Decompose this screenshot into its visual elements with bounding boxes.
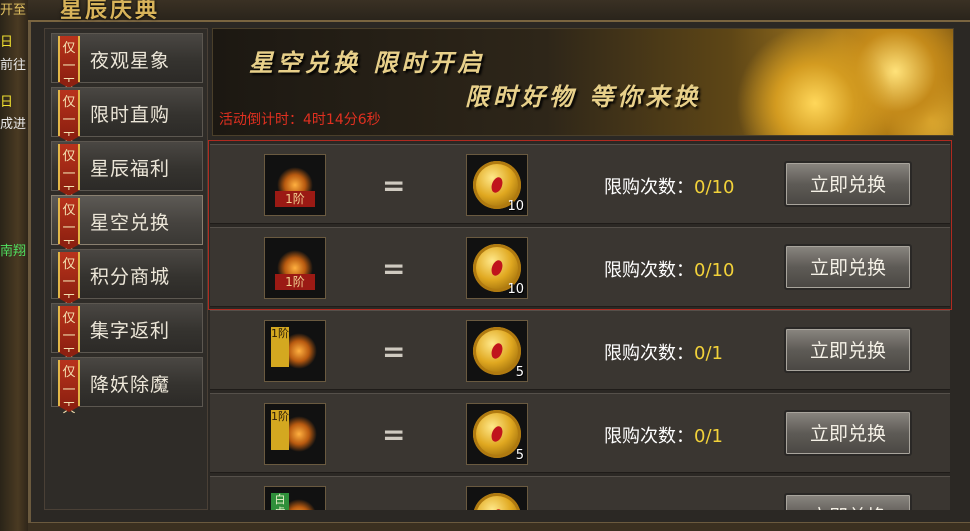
sidebar: 仅一天 夜观星象 仅一天 限时直购 仅一天 星辰福利 仅一天 星空兑换 仅一天 … (44, 28, 208, 510)
limit-label: 限购次数： (604, 177, 694, 198)
equals-sign: = (382, 335, 406, 368)
limit-value: 0/1 (694, 343, 723, 364)
one-day-tag: 仅一天 (58, 90, 80, 146)
limit-label: 限购次数： (604, 426, 694, 447)
tier-badge: 1阶 (271, 410, 289, 450)
sidebar-item-label: 限时直购 (90, 104, 171, 126)
window-titlebar (28, 0, 970, 22)
edge-text: 开至 (0, 3, 27, 18)
armor-icon[interactable]: 1阶 (264, 237, 326, 299)
sidebar-item-star-exchange[interactable]: 仅一天 星空兑换 (51, 195, 203, 254)
window-bottom-border (28, 522, 970, 531)
equals-sign: = (382, 252, 406, 285)
star-coin-icon[interactable]: 5 (466, 320, 528, 382)
limit-value: 0/10 (694, 177, 735, 198)
exchange-now-button[interactable]: 立即兑换 (784, 493, 912, 510)
sidebar-item-word-rebate[interactable]: 仅一天 集字返利 (51, 303, 203, 362)
coin-art (473, 493, 521, 510)
cost-quantity: 10 (507, 282, 524, 297)
purchase-limit: 限购次数：0/10 (604, 256, 734, 282)
exchange-now-button[interactable]: 立即兑换 (784, 244, 912, 290)
equals-sign: = (382, 418, 406, 451)
sidebar-item-star-welfare[interactable]: 仅一天 星辰福利 (51, 141, 203, 200)
exchange-row: 白虎 立即兑换 (210, 476, 950, 510)
coin-art (473, 327, 521, 375)
exchange-now-button[interactable]: 立即兑换 (784, 327, 912, 373)
background-scene-left (0, 0, 30, 531)
sidebar-item-points-mall[interactable]: 仅一天 积分商城 (51, 249, 203, 308)
purchase-limit: 限购次数：0/1 (604, 422, 723, 448)
sidebar-item-label: 夜观星象 (90, 50, 171, 72)
coin-art (473, 410, 521, 458)
event-countdown: 活动倒计时：4时14分6秒 (219, 109, 381, 129)
coin-gem (489, 341, 505, 361)
one-day-tag: 仅一天 (58, 360, 80, 416)
banner-headline: 星空兑换 限时开启 (249, 48, 486, 77)
sidebar-item-demon-slaying[interactable]: 仅一天 降妖除魔 (51, 357, 203, 416)
tier-badge: 1阶 (275, 191, 315, 207)
window-title: 星辰庆典 (60, 0, 161, 23)
coin-gem (489, 175, 505, 195)
exchange-now-button[interactable]: 立即兑换 (784, 161, 912, 207)
limit-label: 限购次数： (604, 343, 694, 364)
one-day-tag: 仅一天 (58, 306, 80, 362)
edge-text: 前往 (0, 58, 27, 73)
one-day-tag: 仅一天 (58, 144, 80, 200)
star-coin-icon[interactable]: 5 (466, 403, 528, 465)
limit-value: 0/10 (694, 260, 735, 281)
sidebar-item-label: 星空兑换 (90, 212, 171, 234)
tier-badge: 1阶 (271, 327, 289, 367)
one-day-tag: 仅一天 (58, 252, 80, 308)
star-coin-icon[interactable]: 10 (466, 154, 528, 216)
weapon-icon[interactable]: 1阶 (264, 154, 326, 216)
coin-gem (489, 424, 505, 444)
exchange-row: 1阶 = 5 限购次数：0/1 立即兑换 (210, 393, 950, 473)
equals-sign: = (382, 169, 406, 202)
countdown-value: 4时14分6秒 (303, 112, 381, 128)
star-coin-icon[interactable]: 10 (466, 237, 528, 299)
tier-badge: 白虎 (271, 493, 289, 510)
cost-quantity: 5 (515, 365, 524, 380)
coin-gem (489, 258, 505, 278)
exchange-row: 1阶 = 5 限购次数：0/1 立即兑换 (210, 310, 950, 390)
limit-label: 限购次数： (604, 260, 694, 281)
sidebar-item-limited-buy[interactable]: 仅一天 限时直购 (51, 87, 203, 146)
cost-quantity: 10 (507, 199, 524, 214)
edge-text: 成进 (0, 117, 27, 132)
exchange-row: 1阶 = 10 限购次数：0/10 立即兑换 (210, 144, 950, 224)
edge-text: 南翔 (0, 244, 27, 259)
weapon-icon[interactable]: 白虎 (264, 486, 326, 510)
banner-subheadline: 限时好物 等你来换 (465, 82, 702, 111)
one-day-tag: 仅一天 (58, 36, 80, 92)
event-banner: 星空兑换 限时开启 限时好物 等你来换 活动倒计时：4时14分6秒 (212, 28, 954, 136)
purchase-limit: 限购次数：0/10 (604, 173, 734, 199)
countdown-label: 活动倒计时： (219, 112, 303, 128)
one-day-tag: 仅一天 (58, 198, 80, 254)
gold-treasure-illustration (723, 29, 953, 135)
sidebar-item-label: 星辰福利 (90, 158, 171, 180)
purchase-limit: 限购次数：0/1 (604, 339, 723, 365)
armor-icon[interactable]: 1阶 (264, 403, 326, 465)
tier-badge: 1阶 (275, 274, 315, 290)
exchange-now-button[interactable]: 立即兑换 (784, 410, 912, 456)
sidebar-item-label: 集字返利 (90, 320, 171, 342)
star-coin-icon[interactable] (466, 486, 528, 510)
weapon-icon[interactable]: 1阶 (264, 320, 326, 382)
cost-quantity: 5 (515, 448, 524, 463)
sidebar-item-night-stars[interactable]: 仅一天 夜观星象 (51, 33, 203, 92)
limit-value: 0/1 (694, 426, 723, 447)
sidebar-item-label: 降妖除魔 (90, 374, 171, 396)
sidebar-item-label: 积分商城 (90, 266, 171, 288)
exchange-row: 1阶 = 10 限购次数：0/10 立即兑换 (210, 227, 950, 307)
coin-gem (489, 507, 505, 510)
exchange-list[interactable]: 1阶 = 10 限购次数：0/10 立即兑换 1阶 = 10 限购次数：0/10… (208, 140, 954, 510)
edge-text: 日 (0, 95, 14, 110)
edge-text: 日 (0, 35, 14, 50)
